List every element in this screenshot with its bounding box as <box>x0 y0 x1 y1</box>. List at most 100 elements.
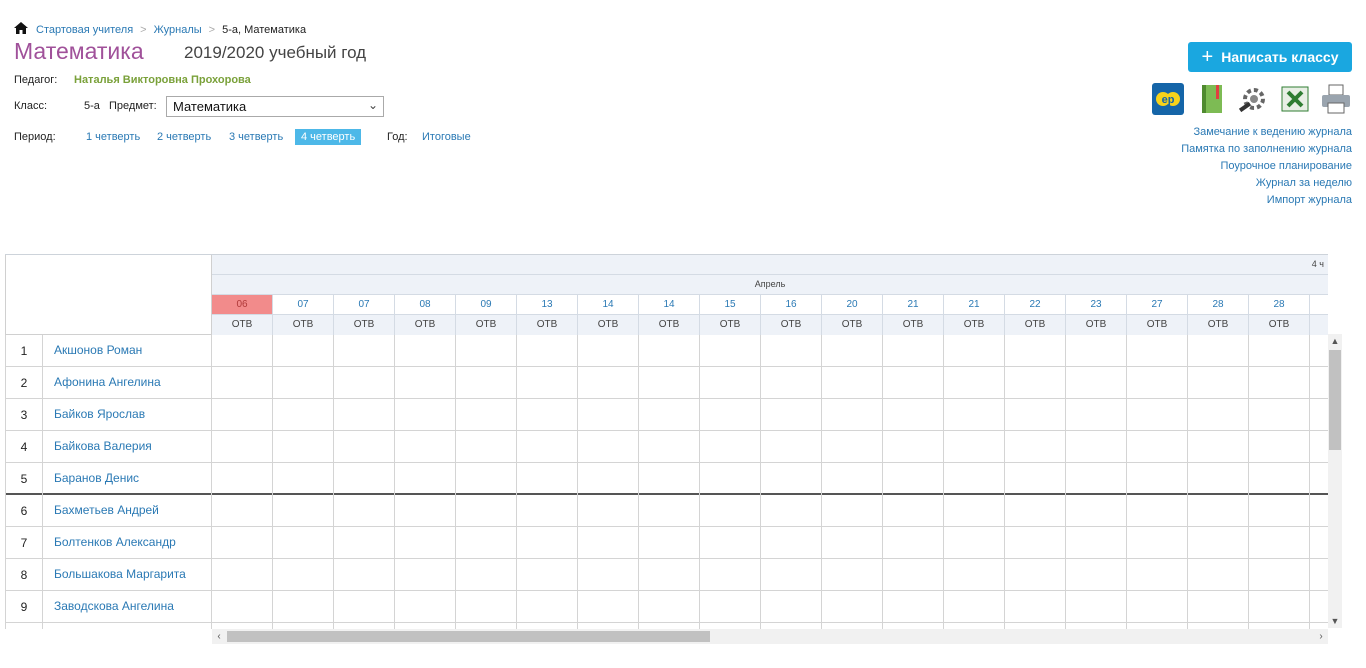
grade-cell[interactable] <box>944 431 1005 463</box>
link-lesson-planning[interactable]: Поурочное планирование <box>1221 160 1353 172</box>
grade-cell[interactable] <box>1127 495 1188 527</box>
date-header-cell[interactable]: 20 <box>822 295 883 315</box>
grade-cell[interactable] <box>1310 367 1328 399</box>
grade-cell[interactable] <box>456 559 517 591</box>
printer-icon[interactable] <box>1320 82 1352 116</box>
grade-cell[interactable] <box>1249 399 1310 431</box>
grade-cell[interactable] <box>578 559 639 591</box>
grade-cell[interactable] <box>456 335 517 367</box>
grade-cell[interactable] <box>273 559 334 591</box>
grade-cell[interactable] <box>761 527 822 559</box>
grade-cell[interactable] <box>334 335 395 367</box>
grade-cell[interactable] <box>700 399 761 431</box>
grade-cell[interactable] <box>1005 559 1066 591</box>
grade-cell[interactable] <box>822 591 883 623</box>
grade-cell[interactable] <box>700 495 761 527</box>
grade-cell[interactable] <box>1249 431 1310 463</box>
grade-cell[interactable] <box>700 367 761 399</box>
grade-cell[interactable] <box>517 559 578 591</box>
grade-cell[interactable] <box>1249 527 1310 559</box>
grade-cell[interactable] <box>212 399 273 431</box>
grade-cell[interactable] <box>944 591 1005 623</box>
period-q4-active[interactable]: 4 четверть <box>295 129 362 145</box>
grade-cell[interactable] <box>883 367 944 399</box>
date-header-cell[interactable]: 28 <box>1249 295 1310 315</box>
grade-cell[interactable] <box>1310 335 1328 367</box>
grade-cell[interactable] <box>1188 367 1249 399</box>
grade-cell[interactable] <box>761 591 822 623</box>
grade-cell[interactable] <box>1310 495 1328 527</box>
grade-cell[interactable] <box>1127 335 1188 367</box>
grade-cell[interactable] <box>639 431 700 463</box>
date-header-cell[interactable]: 06 <box>212 295 273 315</box>
grade-cell[interactable] <box>578 335 639 367</box>
grade-cell[interactable] <box>517 367 578 399</box>
grade-cell[interactable] <box>456 463 517 495</box>
grade-cell[interactable] <box>334 431 395 463</box>
grade-cell[interactable] <box>1005 431 1066 463</box>
grade-cell[interactable] <box>761 399 822 431</box>
date-header-cell[interactable]: 21 <box>944 295 1005 315</box>
grade-cell[interactable] <box>395 527 456 559</box>
grade-cell[interactable] <box>1005 527 1066 559</box>
grade-cell[interactable] <box>944 367 1005 399</box>
grade-cell[interactable] <box>883 527 944 559</box>
grade-cell[interactable] <box>883 431 944 463</box>
grade-cell[interactable] <box>1005 495 1066 527</box>
scroll-up-icon[interactable]: ▲ <box>1328 334 1342 348</box>
grade-cell[interactable] <box>822 399 883 431</box>
grade-cell[interactable] <box>700 591 761 623</box>
grade-cell[interactable] <box>1005 591 1066 623</box>
grade-cell[interactable] <box>1310 559 1328 591</box>
grade-cell[interactable] <box>822 495 883 527</box>
grade-cell[interactable] <box>1249 367 1310 399</box>
date-header-cell[interactable]: 27 <box>1127 295 1188 315</box>
breadcrumb-home-link[interactable]: Стартовая учителя <box>36 24 133 36</box>
grade-cell[interactable] <box>1066 591 1127 623</box>
grade-cell[interactable] <box>1188 335 1249 367</box>
grade-cell[interactable] <box>944 527 1005 559</box>
grade-cell[interactable] <box>1005 367 1066 399</box>
grade-cell[interactable] <box>1066 559 1127 591</box>
grade-cell[interactable] <box>1188 527 1249 559</box>
grade-cell[interactable] <box>395 559 456 591</box>
grade-cell[interactable] <box>1066 399 1127 431</box>
student-name-link[interactable]: Байков Ярослав <box>43 399 212 431</box>
grade-cell[interactable] <box>883 591 944 623</box>
grade-cell[interactable] <box>1310 399 1328 431</box>
grade-cell[interactable] <box>944 559 1005 591</box>
grade-cell[interactable] <box>395 495 456 527</box>
grade-cell[interactable] <box>1066 335 1127 367</box>
grade-cell[interactable] <box>578 399 639 431</box>
grade-cell[interactable] <box>334 527 395 559</box>
scroll-thumb[interactable] <box>1329 350 1341 450</box>
date-header-cell[interactable]: 14 <box>578 295 639 315</box>
grade-cell[interactable] <box>517 527 578 559</box>
grade-cell[interactable] <box>639 335 700 367</box>
grade-cell[interactable] <box>822 527 883 559</box>
grade-cell[interactable] <box>1249 591 1310 623</box>
student-name-link[interactable]: Большакова Маргарита <box>43 559 212 591</box>
settings-tools-icon[interactable] <box>1236 82 1268 116</box>
grade-cell[interactable] <box>334 367 395 399</box>
grade-cell[interactable] <box>761 559 822 591</box>
grade-cell[interactable] <box>578 527 639 559</box>
grade-cell[interactable] <box>517 335 578 367</box>
grade-cell[interactable] <box>1188 591 1249 623</box>
student-name-link[interactable]: Байкова Валерия <box>43 431 212 463</box>
date-header-cell[interactable]: 07 <box>334 295 395 315</box>
grade-cell[interactable] <box>395 431 456 463</box>
grade-cell[interactable] <box>1188 431 1249 463</box>
grade-cell[interactable] <box>1127 399 1188 431</box>
grade-cell[interactable] <box>517 463 578 495</box>
grade-cell[interactable] <box>273 591 334 623</box>
grade-cell[interactable] <box>1127 463 1188 495</box>
horizontal-scrollbar[interactable]: ‹ › <box>212 629 1328 644</box>
grade-cell[interactable] <box>273 399 334 431</box>
grade-cell[interactable] <box>944 335 1005 367</box>
grade-cell[interactable] <box>639 559 700 591</box>
grade-cell[interactable] <box>761 431 822 463</box>
date-header-cell[interactable]: 15 <box>700 295 761 315</box>
grade-cell[interactable] <box>517 591 578 623</box>
student-name-link[interactable]: Заводскова Ангелина <box>43 591 212 623</box>
